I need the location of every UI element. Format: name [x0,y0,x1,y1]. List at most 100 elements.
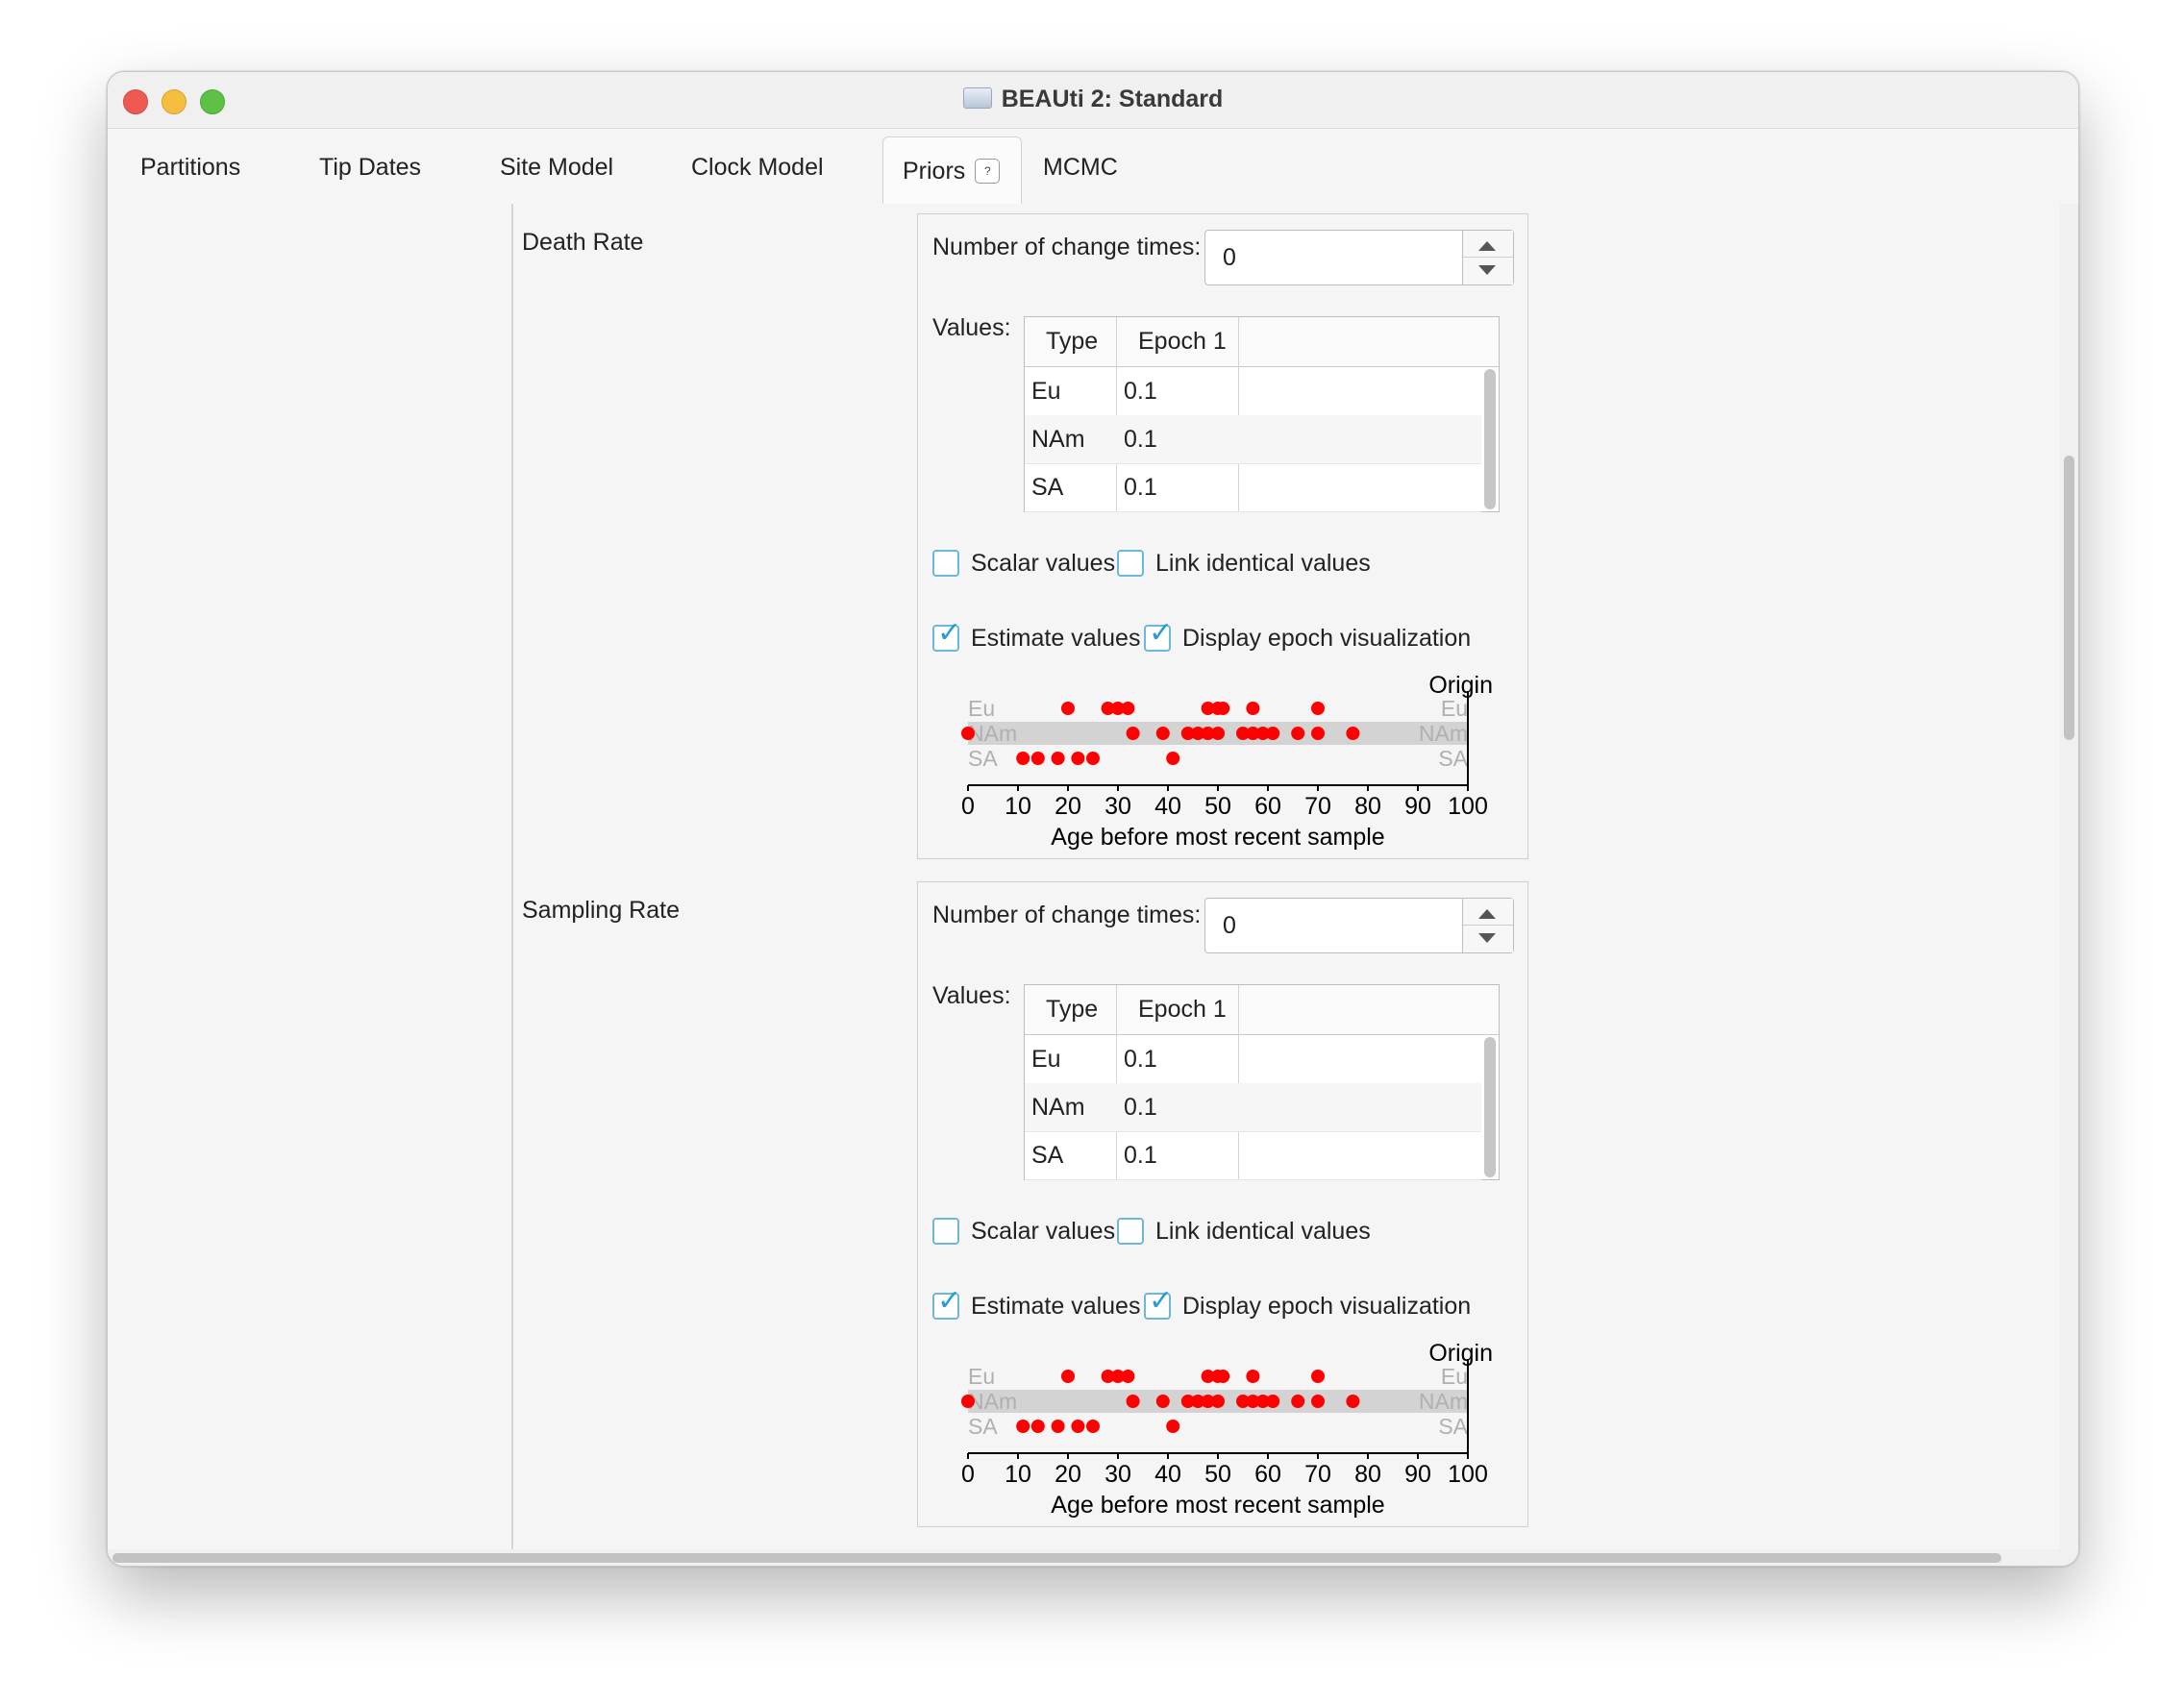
data-point [1246,1370,1260,1383]
table-row[interactable]: Eu 0.1 [1025,1035,1481,1084]
cell-epoch-value[interactable]: 0.1 [1124,415,1157,463]
scalar-values-checkbox[interactable]: Scalar values [932,547,1115,580]
cell-type: NAm [1031,1094,1085,1121]
change-times-value[interactable]: 0 [1223,244,1236,272]
checkbox-unchecked-icon[interactable] [932,1218,959,1245]
table-row[interactable]: Eu 0.1 [1025,367,1481,416]
table-scrollbar[interactable] [1484,369,1496,509]
spinner-down-icon[interactable] [1478,933,1496,943]
window-title-text: BEAUti 2: Standard [1001,86,1224,112]
tab-clock-model[interactable]: Clock Model [691,148,824,186]
spinner-up-icon[interactable] [1478,241,1496,251]
x-tick-label: 10 [1005,1461,1031,1488]
epoch-visualization: Eu Eu NAm NAm SA SA Origin 0 10 20 30 40 50 60 70 80 90 1… [918,1340,1529,1522]
category-label-left: Eu [968,696,995,721]
estimate-values-checkbox[interactable]: ✓ Estimate values [932,619,1140,655]
display-epoch-visualization-label: Display epoch visualization [1182,1293,1472,1320]
checkbox-unchecked-icon[interactable] [1117,550,1144,577]
data-point [1211,1395,1225,1408]
x-tick-label: 0 [961,793,975,820]
change-times-spinner[interactable]: 0 [1204,230,1514,285]
cell-epoch-value[interactable]: 0.1 [1124,1083,1157,1131]
checkbox-checked-icon[interactable]: ✓ [932,1287,961,1320]
table-row[interactable]: SA 0.1 [1025,1131,1481,1180]
data-point [1246,702,1260,715]
data-point [1051,1420,1065,1433]
table-scrollbar[interactable] [1484,1037,1496,1177]
column-header-type[interactable]: Type [1046,317,1098,366]
x-tick-label: 50 [1204,1461,1231,1488]
table-row[interactable]: NAm 0.1 [1025,1083,1481,1132]
help-icon[interactable]: ? [975,159,1001,184]
cell-type: SA [1031,1142,1064,1169]
data-point [1061,1370,1075,1383]
change-times-value[interactable]: 0 [1223,912,1236,940]
tab-mcmc[interactable]: MCMC [1043,148,1118,186]
column-header-epoch-1[interactable]: Epoch 1 [1138,317,1227,366]
horizontal-scrollbar[interactable] [108,1549,2078,1566]
spinner-down-icon[interactable] [1478,265,1496,275]
left-divider [511,204,513,1549]
app-icon [962,87,992,109]
category-label-right: Eu [1441,1364,1468,1389]
data-point [961,1395,975,1408]
category-label-right: Eu [1441,696,1468,721]
data-point [1291,727,1305,740]
vertical-scrollbar-thumb[interactable] [2064,456,2074,740]
spinner-up-icon[interactable] [1478,909,1496,919]
estimate-values-checkbox[interactable]: ✓ Estimate values [932,1287,1140,1322]
values-table: Type Epoch 1 Eu 0.1 NAm 0.1 SA 0.1 [1024,316,1500,512]
category-label-right: NAm [1419,721,1468,746]
window-title: BEAUti 2: Standard [108,86,2078,113]
checkbox-unchecked-icon[interactable] [932,550,959,577]
cell-epoch-value[interactable]: 0.1 [1124,463,1157,511]
x-axis-label: Age before most recent sample [1051,824,1384,851]
horizontal-scrollbar-thumb[interactable] [112,1553,2001,1563]
vertical-scrollbar[interactable] [2060,204,2078,1549]
data-point [1030,752,1045,765]
data-point [1086,1420,1100,1433]
data-point [1311,702,1325,715]
category-label-right: SA [1438,1414,1468,1439]
category-label-left: NAm [968,721,1017,746]
cell-type: Eu [1031,378,1061,405]
tab-priors[interactable]: Priors? [882,136,1022,204]
epoch-visualization-chart: Eu EuNAm NAmSA SAOrigin0 10 20 30 40 50 60 70 80 90 1… [961,1340,1493,1519]
x-tick-label: 60 [1254,793,1281,820]
checkbox-checked-icon[interactable]: ✓ [1144,1287,1173,1320]
spinner-buttons [1462,231,1513,284]
data-point [1086,752,1100,765]
scalar-values-checkbox[interactable]: Scalar values [932,1215,1115,1248]
data-point [1071,752,1085,765]
cell-type: NAm [1031,426,1085,453]
column-header-type[interactable]: Type [1046,985,1098,1034]
table-row[interactable]: NAm 0.1 [1025,415,1481,464]
data-point [1016,1420,1030,1433]
x-tick-label: 30 [1104,793,1131,820]
section-label-death-rate: Death Rate [522,229,644,256]
change-times-spinner[interactable]: 0 [1204,898,1514,953]
checkbox-checked-icon[interactable]: ✓ [1144,619,1173,652]
table-row[interactable]: SA 0.1 [1025,463,1481,512]
change-times-label: Number of change times: [932,234,1202,260]
checkbox-checked-icon[interactable]: ✓ [932,619,961,652]
checkbox-unchecked-icon[interactable] [1117,1218,1144,1245]
link-identical-values-checkbox[interactable]: Link identical values [1117,547,1371,580]
tab-partitions[interactable]: Partitions [140,148,240,186]
cell-epoch-value[interactable]: 0.1 [1124,1131,1157,1179]
column-header-epoch-1[interactable]: Epoch 1 [1138,985,1227,1034]
cell-type: Eu [1031,1046,1061,1073]
cell-epoch-value[interactable]: 0.1 [1124,1035,1157,1083]
x-tick-label: 70 [1304,1461,1331,1488]
cell-epoch-value[interactable]: 0.1 [1124,367,1157,415]
values-table: Type Epoch 1 Eu 0.1 NAm 0.1 SA 0.1 [1024,984,1500,1180]
origin-label: Origin [1428,672,1493,699]
link-identical-values-checkbox[interactable]: Link identical values [1117,1215,1371,1248]
x-tick-label: 20 [1055,1461,1081,1488]
tab-tip-dates[interactable]: Tip Dates [319,148,421,186]
data-point [1346,727,1360,740]
display-epoch-visualization-checkbox[interactable]: ✓ Display epoch visualization [1144,619,1471,655]
display-epoch-visualization-checkbox[interactable]: ✓ Display epoch visualization [1144,1287,1472,1322]
tab-site-model[interactable]: Site Model [500,148,613,186]
data-point [1126,727,1140,740]
